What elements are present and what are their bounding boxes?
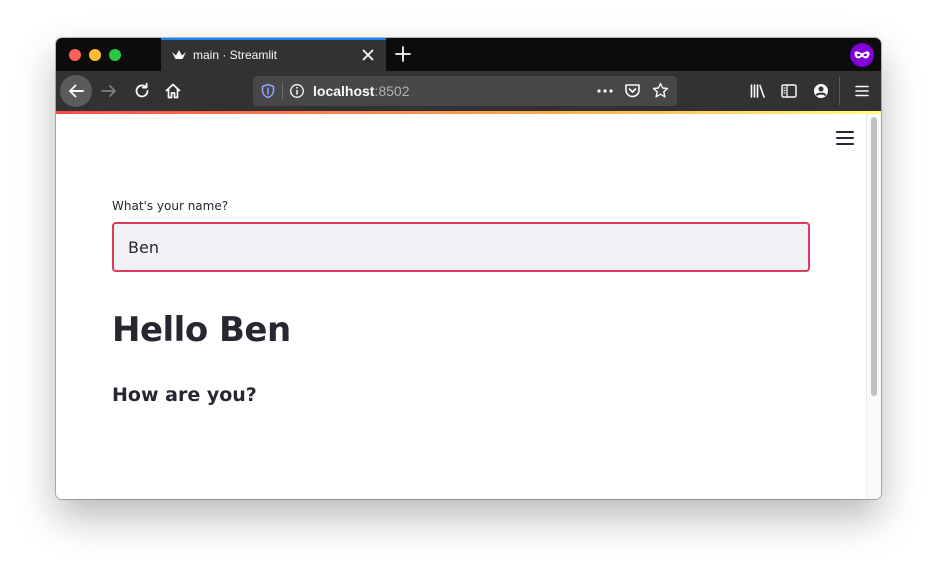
streamlit-app: What's your name? Hello Ben How are you?: [56, 111, 881, 499]
browser-tab[interactable]: main · Streamlit: [161, 38, 386, 71]
forward-icon[interactable]: [100, 82, 118, 100]
navigation-toolbar: localhost:8502: [56, 71, 881, 111]
menu-line: [836, 143, 854, 145]
url-text[interactable]: localhost:8502: [313, 83, 410, 99]
app-menu-button[interactable]: [836, 131, 854, 147]
window-zoom-button[interactable]: [109, 49, 121, 61]
sidebar-icon[interactable]: [780, 82, 798, 100]
bookmark-star-icon[interactable]: [652, 82, 669, 99]
name-input-label: What's your name?: [112, 199, 229, 213]
account-icon[interactable]: [812, 82, 830, 100]
private-browsing-icon: [850, 43, 874, 67]
window-minimize-button[interactable]: [89, 49, 101, 61]
address-bar[interactable]: localhost:8502: [253, 76, 677, 106]
back-button[interactable]: [60, 75, 92, 107]
menu-icon[interactable]: [853, 82, 871, 100]
more-icon[interactable]: [596, 83, 614, 99]
streamlit-logo-icon: [172, 50, 186, 59]
pocket-icon[interactable]: [624, 82, 641, 99]
tab-strip: main · Streamlit: [56, 38, 881, 71]
window-close-button[interactable]: [69, 49, 81, 61]
shield-icon[interactable]: [260, 83, 276, 99]
library-icon[interactable]: [749, 82, 767, 100]
info-icon[interactable]: [289, 83, 305, 99]
browser-window: main · Streamlit localhost:8502 What's y…: [56, 38, 881, 499]
greeting-heading: Hello Ben: [112, 310, 291, 350]
reload-icon[interactable]: [133, 82, 151, 100]
url-separator: [282, 82, 283, 100]
scrollbar-thumb[interactable]: [871, 117, 877, 396]
close-icon[interactable]: [360, 47, 376, 63]
url-host: localhost: [313, 83, 375, 99]
menu-line: [836, 131, 854, 133]
home-icon[interactable]: [164, 82, 182, 100]
menu-line: [836, 137, 854, 139]
name-input[interactable]: [112, 222, 810, 272]
toolbar-divider: [839, 77, 840, 105]
tab-title: main · Streamlit: [193, 48, 278, 62]
new-tab-icon[interactable]: [394, 45, 412, 63]
question-heading: How are you?: [112, 384, 257, 406]
url-port: :8502: [374, 83, 410, 99]
header-decoration: [56, 111, 881, 114]
back-icon: [69, 84, 84, 98]
